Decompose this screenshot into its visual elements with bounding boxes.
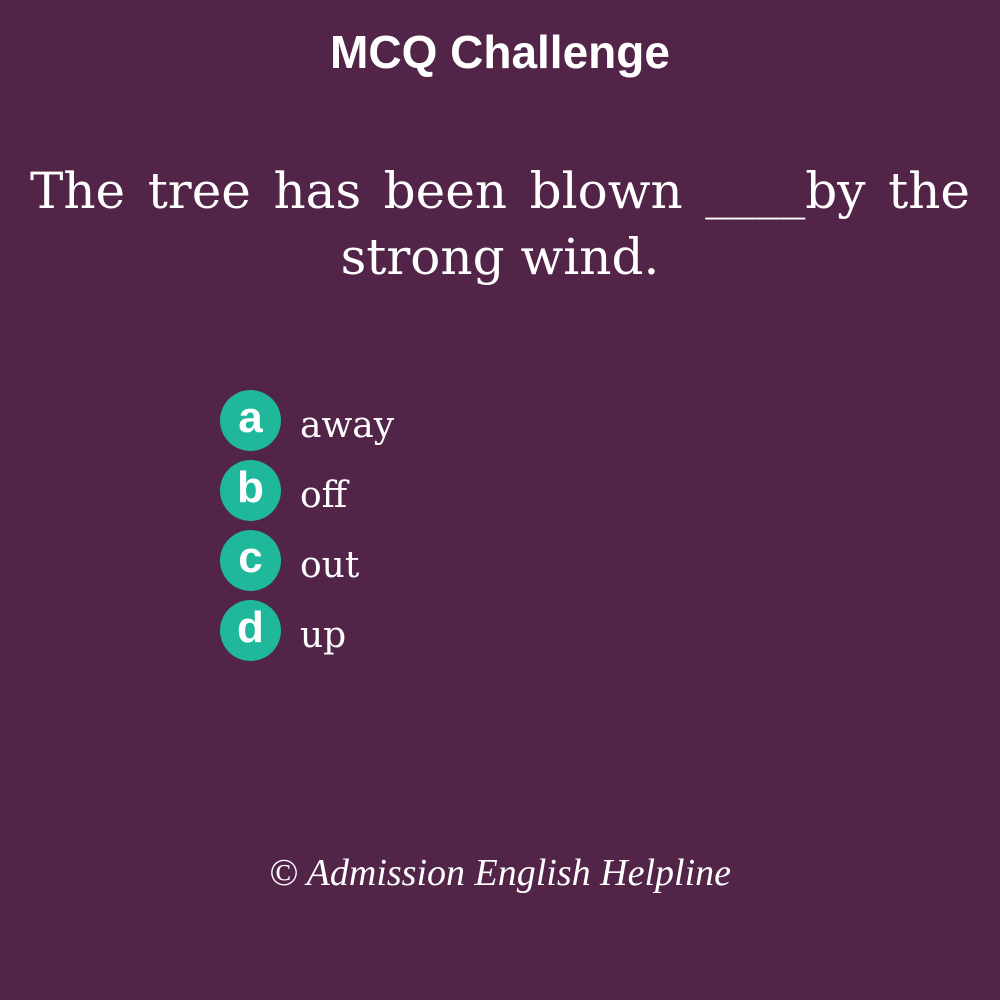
option-a[interactable]: a away <box>220 390 620 451</box>
copyright-footer: © Admission English Helpline <box>269 852 731 894</box>
option-letter-badge: b <box>220 460 281 521</box>
option-letter-badge: d <box>220 600 281 661</box>
option-letter-badge: c <box>220 530 281 591</box>
page-title: MCQ Challenge <box>330 26 670 78</box>
option-label: away <box>300 405 395 446</box>
option-label: up <box>300 615 347 656</box>
options-list: a away b off c out d up <box>220 390 620 670</box>
option-c[interactable]: c out <box>220 530 620 591</box>
option-b[interactable]: b off <box>220 460 620 521</box>
option-label: off <box>300 475 348 516</box>
option-letter-badge: a <box>220 390 281 451</box>
option-label: out <box>300 545 360 586</box>
question-text: The tree has been blown ____by the stron… <box>30 162 970 286</box>
option-d[interactable]: d up <box>220 600 620 661</box>
